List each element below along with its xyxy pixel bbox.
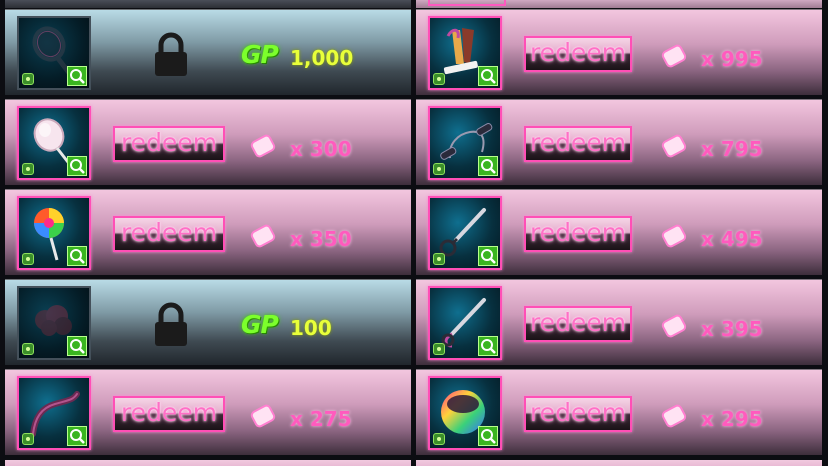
lock-icon [155,302,187,346]
ticket-cost: x 395 [701,317,763,341]
item-thumbnail[interactable] [17,106,91,180]
redeem-button[interactable]: redeem [524,306,632,342]
ticket-icon [661,404,687,428]
shop-page: GP 1,000 redeem x 300 redeem x 350 GP 10… [0,0,828,466]
badge-icon [433,73,445,85]
item-thumbnail[interactable] [17,196,91,270]
ticket-cost: x 275 [290,407,352,431]
ticket-cost: x 795 [701,137,763,161]
partial-row-bottom-right [416,460,822,466]
item-thumbnail[interactable] [17,286,91,360]
badge-icon [22,163,34,175]
shop-item-row: GP 1,000 [5,9,411,95]
zoom-icon[interactable] [67,426,87,446]
ticket-cost: x 995 [701,47,763,71]
redeem-button[interactable]: redeem [113,126,225,162]
shop-item-row: GP 100 [5,279,411,365]
right-item-column: redeem x 995 redeem x 795 redeem x 495 r… [416,9,822,459]
shop-item-row: redeem x 295 [416,369,822,455]
zoom-icon[interactable] [478,426,498,446]
partial-row-top-right [416,0,822,8]
zoom-icon[interactable] [67,336,87,356]
item-thumbnail[interactable] [428,286,502,360]
ticket-icon [250,404,276,428]
item-thumbnail[interactable] [428,106,502,180]
item-thumbnail[interactable] [428,16,502,90]
badge-icon [22,253,34,265]
ticket-icon [250,224,276,248]
ticket-icon [250,134,276,158]
shop-item-row: redeem x 275 [5,369,411,455]
redeem-button[interactable]: redeem [524,396,632,432]
gp-currency-label: GP [241,310,279,339]
badge-icon [433,253,445,265]
zoom-icon[interactable] [67,66,87,86]
zoom-icon[interactable] [67,156,87,176]
lock-icon [155,32,187,76]
left-item-column: GP 1,000 redeem x 300 redeem x 350 GP 10… [5,9,411,459]
item-thumbnail[interactable] [428,196,502,270]
ticket-cost: x 350 [290,227,352,251]
redeem-button[interactable]: redeem [113,216,225,252]
badge-icon [22,73,34,85]
badge-icon [22,433,34,445]
zoom-icon[interactable] [478,156,498,176]
ticket-cost: x 295 [701,407,763,431]
ticket-icon [661,44,687,68]
badge-icon [433,433,445,445]
zoom-icon[interactable] [478,246,498,266]
gp-price: 100 [290,316,332,340]
ticket-cost: x 300 [290,137,352,161]
shop-item-row: redeem x 350 [5,189,411,275]
item-thumbnail[interactable] [428,376,502,450]
ticket-icon [661,134,687,158]
zoom-icon[interactable] [478,336,498,356]
zoom-icon[interactable] [67,246,87,266]
zoom-icon[interactable] [478,66,498,86]
badge-icon [433,163,445,175]
badge-icon [433,343,445,355]
shop-item-row: redeem x 395 [416,279,822,365]
ticket-cost: x 495 [701,227,763,251]
item-thumbnail[interactable] [17,376,91,450]
shop-item-row: redeem x 300 [5,99,411,185]
item-thumbnail[interactable] [17,16,91,90]
badge-icon [22,343,34,355]
gp-currency-label: GP [241,40,279,69]
shop-item-row: redeem x 795 [416,99,822,185]
ticket-icon [661,314,687,338]
partial-row-top-left [5,0,411,8]
redeem-button[interactable]: redeem [113,396,225,432]
ticket-icon [661,224,687,248]
redeem-button[interactable]: redeem [524,216,632,252]
partial-row-bottom-left [5,460,411,466]
redeem-button[interactable]: redeem [524,36,632,72]
shop-item-row: redeem x 995 [416,9,822,95]
shop-item-row: redeem x 495 [416,189,822,275]
gp-price: 1,000 [290,46,354,70]
redeem-button[interactable]: redeem [524,126,632,162]
